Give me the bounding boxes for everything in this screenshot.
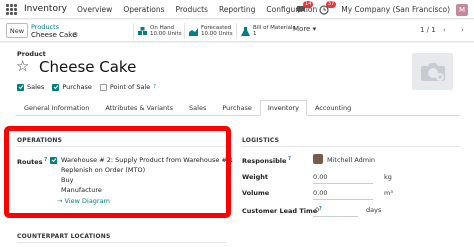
more-button[interactable]: More ▾ [293,25,316,33]
tab-inventory[interactable]: Inventory [259,100,307,116]
help-icon[interactable]: ? [153,84,156,90]
product-options: Sales Purchase Point of Sale? [17,83,156,91]
volume-label: Volume [242,189,270,197]
chart-area-icon [189,27,198,36]
logistics-title: LOGISTICS [242,137,280,144]
lead-time-underline [313,216,358,217]
checkbox-sales-label: Sales [27,83,45,91]
counterpart-divider [17,242,227,243]
control-panel: New Products Cheese Cake ⚙ On Hand 10.00 … [0,20,474,42]
clock-icon[interactable]: 37 [318,0,337,16]
responsible-label: Responsible ? [242,156,291,165]
tab-sales[interactable]: Sales [181,100,214,116]
product-image-placeholder[interactable] [412,53,453,90]
check-icon [52,83,60,91]
company-switcher[interactable]: My Company (San Francisco) [341,5,450,14]
flask-icon [241,26,250,36]
volume-unit: m³ [384,189,393,197]
responsible-field[interactable]: Mitchell Admin [327,156,375,164]
weight-label: Weight [242,173,268,181]
navbar-systray: 14 37 My Company (San Francisco) M [295,0,474,19]
unchecked-box-icon [99,83,107,91]
forecasted-value: 10.00 Units [201,31,233,37]
menu-item-operations[interactable]: Operations [123,5,164,14]
responsible-label-text: Responsible [242,157,287,166]
pager-value[interactable]: 1 / 1 [420,26,436,34]
weight-unit: kg [384,173,392,181]
new-button[interactable]: New [6,23,28,38]
bom-title: Bill of Materials [253,25,296,31]
checkbox-purchase-label: Purchase [62,83,92,91]
breadcrumb-current: Cheese Cake [31,31,77,39]
app-name[interactable]: Inventory [24,4,67,14]
chevron-right-icon[interactable]: › [461,26,464,34]
messages-badge: 14 [302,0,314,8]
forecasted-button[interactable]: Forecasted 10.00 Units [184,23,233,39]
checkbox-sales[interactable]: Sales [17,83,44,91]
on-hand-button[interactable]: On Hand 10.00 Units [133,23,182,39]
logistics-divider [242,146,460,147]
notebook-tabs: General Information Attributes & Variant… [16,100,460,116]
product-name[interactable]: Cheese Cake [39,58,136,76]
gear-icon[interactable]: ⚙ [72,31,78,39]
star-icon[interactable]: ☆ [16,57,29,75]
weight-field[interactable]: 0.00 [313,173,327,181]
checkbox-point-of-sale[interactable]: Point of Sale? [99,83,156,91]
lead-time-label-text: Customer Lead Time [242,207,318,216]
menu-item-overview[interactable]: Overview [77,5,112,14]
counterpart-title: COUNTERPART LOCATIONS [17,233,111,240]
user-avatar[interactable]: M [456,3,468,16]
volume-underline [313,199,373,200]
chevron-left-icon[interactable]: ‹ [443,26,446,34]
bom-value: 1 [253,31,257,37]
menu-item-reporting[interactable]: Reporting [219,5,255,14]
red-highlight-box [4,126,231,218]
top-navbar: Inventory Overview Operations Products R… [0,0,474,19]
lead-time-label: Customer Lead Time ? [242,206,322,215]
main-menu: Overview Operations Products Reporting C… [77,5,317,14]
bom-button[interactable]: Bill of Materials 1 [236,23,295,39]
tab-purchase[interactable]: Purchase [214,100,260,116]
checkbox-purchase[interactable]: Purchase [52,83,92,91]
chat-icon[interactable]: 14 [295,0,314,16]
checkbox-pos-label: Point of Sale [109,83,151,91]
breadcrumb-parent[interactable]: Products [31,23,59,31]
menu-item-products[interactable]: Products [176,5,208,14]
lead-time-unit: days [366,206,382,214]
tab-attributes-variants[interactable]: Attributes & Variants [97,100,181,116]
cubes-icon [138,26,147,36]
check-icon [17,83,24,91]
tab-general-information[interactable]: General Information [16,100,97,116]
avatar [313,154,323,164]
camera-icon [420,62,445,81]
apps-menu-icon[interactable] [6,3,17,15]
lead-time-field[interactable]: 0 [315,206,319,214]
help-icon[interactable]: ? [286,156,291,162]
more-label: More [293,25,311,33]
on-hand-value: 10.00 Units [150,31,182,37]
weight-underline [313,183,373,184]
activity-badge: 37 [325,0,337,8]
volume-field[interactable]: 0.00 [313,189,327,197]
tab-accounting[interactable]: Accounting [307,100,359,116]
